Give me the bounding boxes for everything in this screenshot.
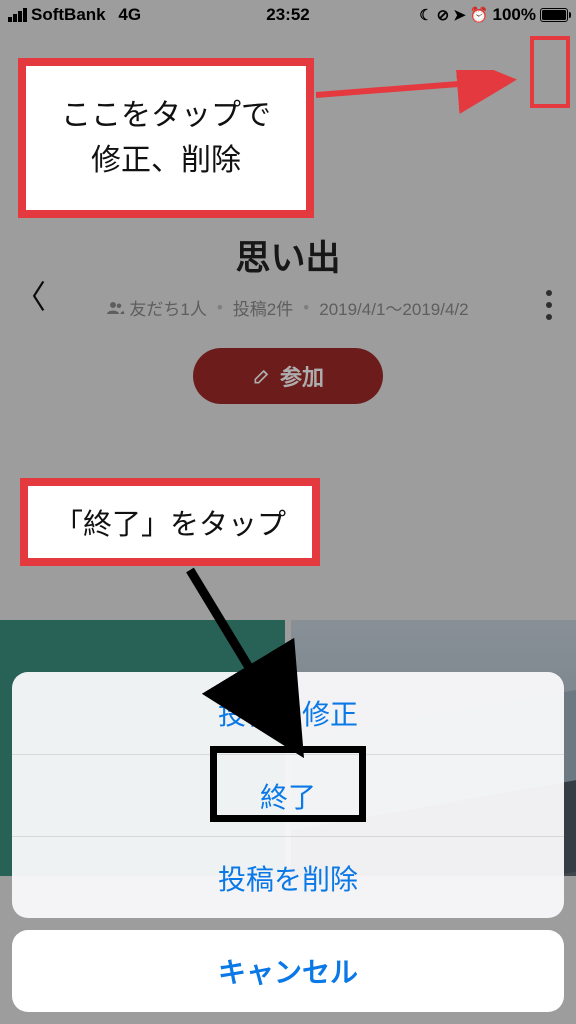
annotation-highlight-end [210, 746, 366, 822]
sheet-item-delete[interactable]: 投稿を削除 [12, 836, 564, 918]
status-bar: SoftBank 4G 23:52 ☾ ⊘ ➤ ⏰ 100% [0, 0, 576, 30]
battery-icon [540, 8, 568, 22]
annotation-callout-mid: 「終了」をタップ [20, 478, 320, 566]
annotation-arrow-icon [316, 70, 536, 120]
annotation-callout-top: ここをタップで 修正、削除 [18, 58, 314, 218]
annotation-highlight-more [530, 36, 570, 108]
clock: 23:52 [0, 5, 576, 25]
sheet-cancel-button[interactable]: キャンセル [12, 930, 564, 1012]
annotation-arrow-icon [180, 560, 340, 760]
